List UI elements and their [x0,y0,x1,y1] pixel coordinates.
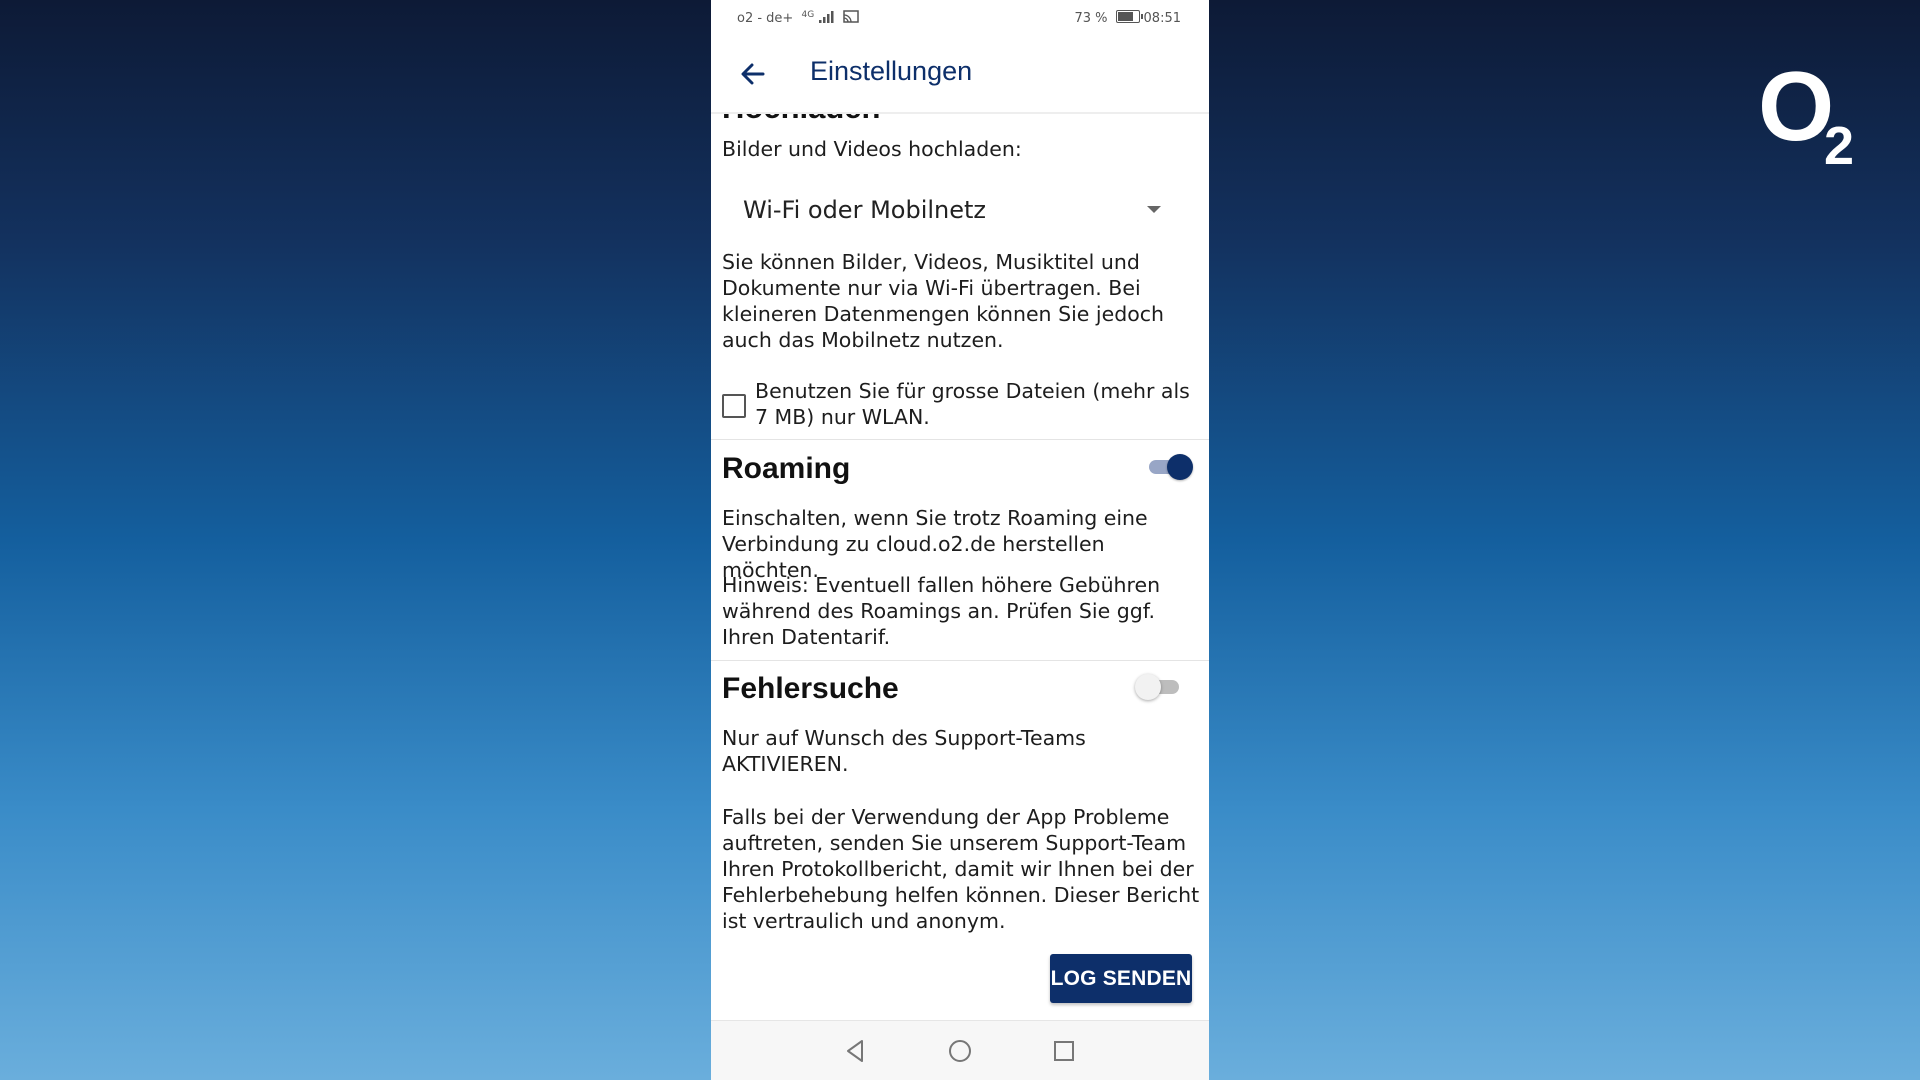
large-files-wlan-label: Benutzen Sie für grosse Dateien (mehr al… [755,379,1190,429]
divider [711,439,1209,440]
upload-label: Bilder und Videos hochladen: [722,137,1022,161]
divider [711,660,1209,661]
large-files-wlan-checkbox[interactable] [722,394,746,418]
arrow-left-icon[interactable] [733,54,773,94]
o2-logo: O 2 [1758,51,1868,174]
send-log-button[interactable]: LOG SENDEN [1050,954,1192,1003]
section-title-roaming: Roaming [722,452,851,485]
app-bar: Einstellungen [711,36,1209,114]
phone-screen: o2 - de+ 4G 73 % 08:51 Einstellungen Hoch… [711,0,1209,1080]
roaming-hint: Hinweis: Eventuell fallen höhere Gebühre… [722,573,1161,649]
settings-list[interactable]: Hochladen Bilder und Videos hochladen: W… [711,112,1209,1020]
carrier-label: o2 - de+ [737,11,794,26]
clock: 08:51 [1143,11,1181,26]
o2-logo-number: 2 [1824,116,1855,176]
section-title-upload: Hochladen [722,112,880,126]
debugging-toggle[interactable] [1135,672,1181,702]
battery-percent: 73 % [1074,11,1108,26]
system-nav-bar [711,1020,1209,1080]
battery-icon [1115,10,1143,23]
page-title: Einstellungen [810,56,973,86]
section-title-debugging: Fehlersuche [722,672,899,705]
cast-icon [843,10,860,23]
debugging-details: Falls bei der Verwendung der App Problem… [722,805,1200,933]
circle-home-icon[interactable] [946,1037,974,1065]
caret-down-icon [1147,206,1161,213]
upload-description: Sie können Bilder, Videos, Musiktitel un… [722,250,1165,352]
status-bar: o2 - de+ 4G 73 % 08:51 [711,0,1209,36]
o2-logo-letter: O [1758,51,1835,161]
square-recents-icon[interactable] [1050,1037,1078,1065]
network-type-label: 4G [801,10,815,20]
triangle-back-icon[interactable] [842,1037,870,1065]
signal-icon [819,11,834,23]
upload-network-dropdown[interactable]: Wi-Fi oder Mobilnetz [743,190,1163,230]
debugging-description: Nur auf Wunsch des Support-Teams AKTIVIE… [722,726,1086,776]
dropdown-selected-value: Wi-Fi oder Mobilnetz [743,196,987,224]
roaming-toggle[interactable] [1145,452,1193,482]
